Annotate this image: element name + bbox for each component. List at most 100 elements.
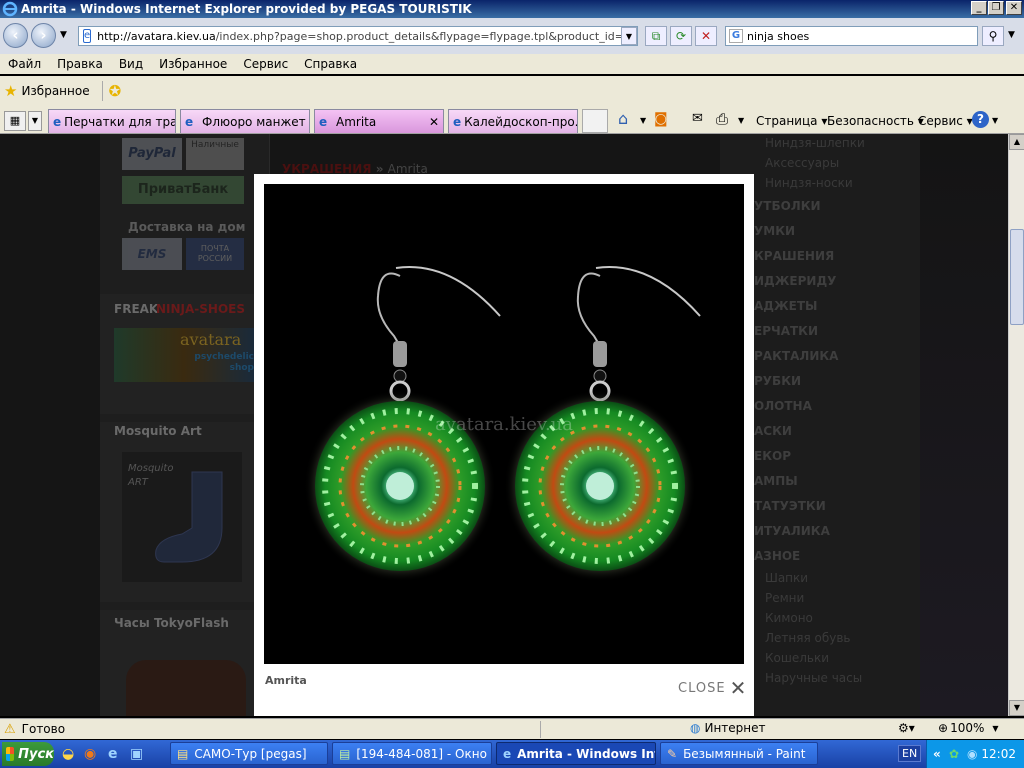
- category-item[interactable]: Кимоно: [765, 611, 813, 625]
- search-options-icon[interactable]: ▼: [1008, 30, 1015, 40]
- tab-amrita[interactable]: e Amrita ✕: [314, 109, 444, 133]
- window-icon: ▤: [339, 746, 351, 761]
- page-scrollbar[interactable]: ▲ ▼: [1008, 134, 1024, 716]
- restore-button[interactable]: ❐: [988, 1, 1004, 15]
- protected-mode-icon[interactable]: ⚙▾: [898, 721, 915, 735]
- back-button[interactable]: ‹: [3, 23, 28, 48]
- category-item[interactable]: АСКИ: [754, 424, 792, 438]
- tab-kaleidoscope[interactable]: e Калейдоскоп-про...: [448, 109, 578, 133]
- category-item[interactable]: Ниндзя-носки: [765, 176, 853, 190]
- freak-title: FREAK: [114, 302, 159, 316]
- taskbar-item-label: Безымянный - Paint: [683, 746, 806, 761]
- scroll-up-arrow-icon[interactable]: ▲: [1009, 134, 1024, 150]
- search-icon[interactable]: ⚲: [982, 26, 1004, 46]
- menu-file[interactable]: Файл: [0, 57, 49, 71]
- taskbar-item-label: САМО-Тур [pegas]: [194, 746, 307, 761]
- tray-expand-icon[interactable]: «: [933, 747, 941, 761]
- menu-help[interactable]: Справка: [296, 57, 365, 71]
- menu-view[interactable]: Вид: [111, 57, 151, 71]
- close-window-button[interactable]: ✕: [1006, 1, 1022, 15]
- help-icon[interactable]: ?: [972, 111, 989, 128]
- favorites-button[interactable]: ★ Избранное: [4, 82, 90, 100]
- print-icon[interactable]: ⎙: [716, 110, 728, 128]
- category-item[interactable]: Аксессуары: [765, 156, 839, 170]
- category-item[interactable]: АЗНОЕ: [754, 549, 800, 563]
- firefox-icon[interactable]: ◉: [84, 746, 96, 762]
- taskbar-item-samo[interactable]: ▤ САМО-Тур [pegas]: [170, 742, 328, 765]
- category-item[interactable]: ЕКОР: [754, 449, 791, 463]
- menu-tools[interactable]: Сервис: [235, 57, 296, 71]
- mosquito-section: Mosquito Art Mosquito ART: [100, 422, 270, 602]
- close-tab-icon[interactable]: ✕: [429, 115, 439, 129]
- scroll-thumb[interactable]: [1010, 229, 1024, 325]
- minimize-button[interactable]: _: [971, 1, 987, 15]
- watch-image[interactable]: [126, 660, 246, 716]
- new-tab-button[interactable]: [582, 109, 608, 133]
- tools-menu-button[interactable]: Сервис ▾: [918, 114, 973, 128]
- category-item[interactable]: УТБОЛКИ: [754, 199, 821, 213]
- safety-menu-button[interactable]: Безопасность ▾: [827, 114, 924, 128]
- zoom-dropdown-icon: ▼: [992, 723, 999, 733]
- tab-list-icon[interactable]: ▼: [28, 111, 42, 131]
- taskbar-item-chat[interactable]: ▤ [194-484-081] - Окно со...: [332, 742, 492, 765]
- clock: 12:02: [981, 747, 1016, 761]
- menu-edit[interactable]: Правка: [49, 57, 111, 71]
- category-item[interactable]: УМКИ: [754, 224, 795, 238]
- home-dropdown-icon[interactable]: ▼: [640, 116, 646, 125]
- zoom-button[interactable]: ⊕ 100% ▼: [938, 721, 999, 735]
- language-indicator[interactable]: EN: [898, 745, 922, 762]
- category-item[interactable]: ИДЖЕРИДУ: [754, 274, 836, 288]
- compatibility-icon[interactable]: ⧉: [645, 26, 667, 46]
- category-item[interactable]: КРАШЕНИЯ: [754, 249, 834, 263]
- category-item[interactable]: РАКТАЛИКА: [754, 349, 838, 363]
- scroll-down-arrow-icon[interactable]: ▼: [1009, 700, 1024, 716]
- lightbox-close-button[interactable]: CLOSE ✕: [678, 678, 747, 698]
- address-dropdown-button[interactable]: ▼: [621, 27, 637, 45]
- category-item[interactable]: ОЛОТНА: [754, 399, 812, 413]
- forward-button[interactable]: ›: [31, 23, 56, 48]
- freak-section: FREAK NINJA-SHOES avatara psychedelic sh…: [100, 294, 270, 414]
- tokyoflash-title: Часы TokyoFlash: [114, 616, 229, 630]
- mosquito-banner[interactable]: Mosquito ART: [122, 452, 242, 582]
- category-item[interactable]: РУБКИ: [754, 374, 801, 388]
- history-dropdown-icon[interactable]: ▼: [60, 30, 67, 40]
- refresh-icon[interactable]: ⟳: [670, 26, 692, 46]
- show-desktop-icon[interactable]: ▣: [130, 746, 143, 762]
- page-menu-button[interactable]: Страница ▾: [756, 114, 827, 128]
- mail-icon[interactable]: ✉: [692, 111, 703, 126]
- stop-icon[interactable]: ✕: [695, 26, 717, 46]
- taskbar-item-ie[interactable]: e Amrita - Windows Int...: [496, 742, 656, 765]
- category-item[interactable]: АДЖЕТЫ: [754, 299, 817, 313]
- home-icon[interactable]: ⌂: [618, 109, 628, 128]
- tab-gloves[interactable]: eПерчатки для тра...: [48, 109, 176, 133]
- menu-favorites[interactable]: Избранное: [151, 57, 235, 71]
- category-item[interactable]: ИТУАЛИКА: [754, 524, 830, 538]
- category-item[interactable]: Наручные часы: [765, 671, 862, 685]
- avatara-banner-sub: psychedelic shop: [194, 352, 254, 373]
- feeds-icon[interactable]: ◙: [654, 111, 668, 127]
- category-item[interactable]: Кошельки: [765, 651, 829, 665]
- category-item[interactable]: Ниндзя-шлепки: [765, 136, 865, 150]
- add-favorite-icon[interactable]: ✪: [109, 82, 122, 100]
- tray-icon-2[interactable]: ◉: [967, 747, 977, 761]
- tray-icon-1[interactable]: ✿: [949, 747, 959, 761]
- ie-quicklaunch-icon[interactable]: e: [108, 746, 118, 762]
- start-button[interactable]: Пуск: [2, 742, 54, 766]
- taskbar-item-paint[interactable]: ✎ Безымянный - Paint: [660, 742, 818, 765]
- quick-tabs-icon[interactable]: ▦: [4, 111, 26, 131]
- status-bar: ⚠ Готово ◍ Интернет ⚙▾ ⊕ 100% ▼: [0, 718, 1024, 739]
- category-item[interactable]: ЕРЧАТКИ: [754, 324, 818, 338]
- category-item[interactable]: Летняя обувь: [765, 631, 850, 645]
- category-item[interactable]: ТАТУЭТКИ: [754, 499, 826, 513]
- category-item[interactable]: Ремни: [765, 591, 804, 605]
- quicklaunch-folder-icon[interactable]: ◒: [62, 746, 74, 762]
- address-input[interactable]: e http://avatara.kiev.ua/index.php?page=…: [78, 26, 638, 46]
- search-input[interactable]: G ninja shoes: [725, 26, 978, 46]
- start-label: Пуск: [18, 746, 54, 762]
- category-item[interactable]: Шапки: [765, 571, 808, 585]
- print-dropdown-icon[interactable]: ▼: [738, 116, 744, 125]
- avatara-banner[interactable]: avatara psychedelic shop: [114, 328, 254, 382]
- category-item[interactable]: АМПЫ: [754, 474, 798, 488]
- help-dropdown-icon[interactable]: ▼: [992, 116, 998, 125]
- tab-fluoro[interactable]: e Флюоро манжет: [180, 109, 310, 133]
